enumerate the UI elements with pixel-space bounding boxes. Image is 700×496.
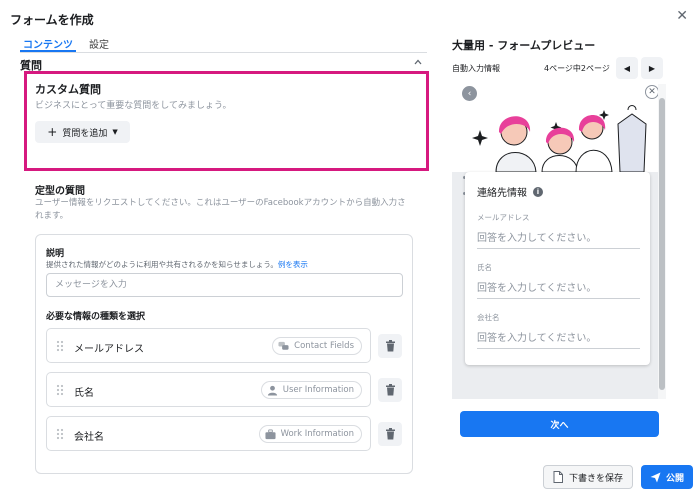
trash-icon xyxy=(385,384,395,396)
tab-settings[interactable]: 設定 xyxy=(86,36,112,52)
field-category-badge: User Information xyxy=(260,381,362,399)
trash-icon xyxy=(385,340,395,352)
tab-content[interactable]: コンテンツ xyxy=(20,36,76,52)
preview-field-email[interactable]: メールアドレス 回答を入力してください。 xyxy=(477,212,640,249)
preview-illustration: ‹ ✕ xyxy=(452,84,659,173)
preview-contact-card: 連絡先情報 i メールアドレス 回答を入力してください。 氏名 回答を入力してく… xyxy=(465,172,650,365)
preview-field-label: メールアドレス xyxy=(477,213,530,222)
dialog-header: フォームを作成 ✕ xyxy=(0,0,700,34)
close-icon[interactable]: ✕ xyxy=(676,9,688,23)
preview-field-input[interactable]: 回答を入力してください。 xyxy=(477,279,640,299)
example-link[interactable]: 例を表示 xyxy=(278,260,308,269)
custom-question-subtitle: ビジネスにとって重要な質問をしてみましょう。 xyxy=(35,101,232,111)
briefcase-icon xyxy=(265,428,276,439)
message-input[interactable] xyxy=(46,273,403,297)
drag-handle-icon[interactable] xyxy=(55,428,65,440)
document-icon xyxy=(553,471,563,483)
delete-field-button[interactable] xyxy=(378,422,402,446)
preview-field-label: 氏名 xyxy=(477,263,492,272)
publish-button[interactable]: 公開 xyxy=(641,465,693,489)
explanation-label: 説明 xyxy=(46,249,65,259)
delete-field-button[interactable] xyxy=(378,378,402,402)
chevron-left-icon: ◀ xyxy=(623,63,631,73)
field-category-badge: Work Information xyxy=(258,425,362,443)
field-category-badge: Contact Fields xyxy=(272,337,362,355)
scrollbar-thumb[interactable] xyxy=(659,98,665,390)
preview-field-name[interactable]: 氏名 回答を入力してください。 xyxy=(477,262,640,299)
field-category-label: Contact Fields xyxy=(294,341,354,351)
preview-screen: ‹ ✕ 連絡先情報 i メールアドレス 回答を入力してください。 氏名 回答を入… xyxy=(452,84,666,399)
add-question-label: 質問を追加 xyxy=(62,128,108,139)
chat-bubbles-icon xyxy=(278,341,289,350)
next-page-button[interactable]: ▶ xyxy=(641,57,663,79)
preview-title: 大量用 - フォームプレビュー xyxy=(452,39,596,52)
standard-question-card: 説明 提供された情報がどのように利用や共有されるかを知らせましょう。例を表示 必… xyxy=(35,234,413,474)
trash-icon xyxy=(385,428,395,440)
custom-question-panel: カスタム質問 ビジネスにとって重要な質問をしてみましょう。 + 質問を追加 ▼ xyxy=(24,71,429,171)
explanation-help-text: 提供された情報がどのように利用や共有されるかを知らせましょう。 xyxy=(46,260,278,269)
chevron-up-icon[interactable] xyxy=(414,58,422,66)
preview-scrollbar[interactable] xyxy=(658,84,666,399)
caret-down-icon: ▼ xyxy=(112,128,118,136)
tab-divider xyxy=(20,52,427,53)
page-indicator: 4ページ中2ページ xyxy=(544,64,610,73)
preview-card-title: 連絡先情報 xyxy=(477,188,527,199)
drag-handle-icon[interactable] xyxy=(55,340,65,352)
preview-field-input[interactable]: 回答を入力してください。 xyxy=(477,229,640,249)
person-icon xyxy=(267,385,277,396)
custom-question-title: カスタム質問 xyxy=(35,83,101,96)
explanation-help: 提供された情報がどのように利用や共有されるかを知らせましょう。例を表示 xyxy=(46,259,308,270)
tab-bar: コンテンツ 設定 xyxy=(20,36,112,52)
chevron-right-icon: ▶ xyxy=(648,63,656,73)
field-category-label: User Information xyxy=(282,385,354,395)
send-icon xyxy=(650,472,661,482)
drag-handle-icon[interactable] xyxy=(55,384,65,396)
required-info-label: 必要な情報の種類を選択 xyxy=(46,312,146,322)
preview-field-input[interactable]: 回答を入力してください。 xyxy=(477,329,640,349)
preview-card-header: 連絡先情報 i xyxy=(477,184,543,199)
delete-field-button[interactable] xyxy=(378,334,402,358)
plus-icon: + xyxy=(47,125,58,139)
preview-close-icon[interactable]: ✕ xyxy=(645,85,659,99)
field-name: 氏名 xyxy=(74,388,94,399)
standard-question-description: ユーザー情報をリクエストしてください。これはユーザーのFacebookアカウント… xyxy=(35,198,406,221)
save-draft-label: 下書きを保存 xyxy=(568,473,623,484)
preview-field-label: 会社名 xyxy=(477,313,500,322)
prev-page-button[interactable]: ◀ xyxy=(616,57,638,79)
save-draft-button[interactable]: 下書きを保存 xyxy=(543,465,633,489)
field-name: 会社名 xyxy=(74,432,104,443)
preview-field-company[interactable]: 会社名 回答を入力してください。 xyxy=(477,312,640,349)
field-category-label: Work Information xyxy=(280,429,354,439)
info-icon[interactable]: i xyxy=(533,186,543,197)
people-illustration-icon xyxy=(472,105,647,173)
back-icon[interactable]: ‹ xyxy=(462,86,477,101)
dialog-title: フォームを作成 xyxy=(10,13,94,27)
preview-next-button[interactable]: 次へ xyxy=(460,411,659,437)
standard-question-title: 定型の質問 xyxy=(35,186,85,197)
autofill-label: 自動入力情報 xyxy=(452,64,500,73)
field-row-company[interactable]: 会社名 Work Information xyxy=(46,416,371,451)
field-row-email[interactable]: メールアドレス Contact Fields xyxy=(46,328,371,363)
field-row-full-name[interactable]: 氏名 User Information xyxy=(46,372,371,407)
field-name: メールアドレス xyxy=(74,344,144,355)
publish-label: 公開 xyxy=(665,473,684,484)
add-question-button[interactable]: + 質問を追加 ▼ xyxy=(35,121,130,143)
